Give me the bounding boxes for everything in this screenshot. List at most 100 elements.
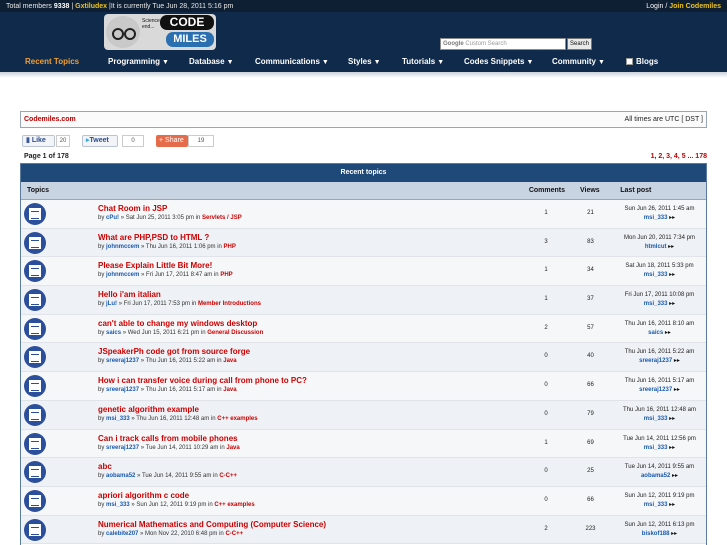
view-latest-post-icon[interactable]: ▸▸ — [665, 329, 671, 338]
facebook-like-button[interactable]: ▮ Like — [22, 135, 55, 147]
last-post-author-link[interactable]: msi_333 — [644, 445, 668, 451]
forum-link[interactable]: Servlets / JSP — [202, 215, 242, 221]
view-latest-post-icon[interactable]: ▸▸ — [669, 300, 675, 309]
pagination[interactable]: 1, 2, 3, 4, 5 ... 178 — [651, 153, 707, 160]
page-info: Page 1 of 178 — [24, 153, 69, 160]
last-post-author-link[interactable]: htmlcut — [645, 244, 667, 250]
topic-title-link[interactable]: Chat Room in JSP — [98, 204, 167, 213]
view-latest-post-icon[interactable]: ▸▸ — [671, 530, 677, 539]
last-post-date: Sun Jun 26, 2011 1:45 am — [624, 206, 695, 212]
forum-link[interactable]: PHP — [220, 272, 232, 278]
last-post-author-link[interactable]: aobama52 — [641, 473, 670, 479]
topic-title-link[interactable]: Please Explain Little Bit More! — [98, 261, 212, 270]
nav-database[interactable]: Database ▼ — [189, 52, 234, 72]
author-link[interactable]: sreeraj1237 — [106, 387, 139, 393]
topic-title-link[interactable]: Numerical Mathematics and Computing (Com… — [98, 520, 326, 529]
view-latest-post-icon[interactable]: ▸▸ — [674, 386, 680, 395]
forum-link[interactable]: C-C++ — [219, 473, 237, 479]
author-link[interactable]: sreeraj1237 — [106, 358, 139, 364]
topic-title-link[interactable]: apriori algorithm c code — [98, 491, 189, 500]
nav-programming[interactable]: Programming ▼ — [108, 52, 169, 72]
view-latest-post-icon[interactable]: ▸▸ — [672, 472, 678, 481]
view-latest-post-icon[interactable]: ▸▸ — [674, 357, 680, 366]
topic-title-link[interactable]: JSpeakerPh code got from source forge — [98, 347, 250, 356]
nav-community[interactable]: Community ▼ — [552, 52, 605, 72]
share-button[interactable]: + Share — [156, 135, 188, 147]
search-input[interactable]: Google Custom Search — [440, 38, 566, 50]
view-latest-post-icon[interactable]: ▸▸ — [669, 214, 675, 223]
nav-blogs[interactable]: Blogs — [626, 52, 658, 72]
last-post-author-link[interactable]: msi_333 — [644, 272, 668, 278]
last-post-author-link[interactable]: msi_333 — [644, 416, 668, 422]
topic-title-link[interactable]: Can i track calls from mobile phones — [98, 434, 238, 443]
last-post-author-link[interactable]: biskof188 — [642, 531, 670, 537]
comment-count: 1 — [544, 267, 548, 274]
forum-link[interactable]: Java — [223, 387, 236, 393]
nav-label: Database — [189, 57, 225, 66]
nav-styles[interactable]: Styles ▼ — [348, 52, 381, 72]
author-link[interactable]: msi_333 — [106, 502, 130, 508]
forum-link[interactable]: PHP — [224, 244, 236, 250]
author-link[interactable]: cPu! — [106, 215, 119, 221]
login-link[interactable]: Login — [646, 3, 663, 10]
author-link[interactable]: aobama52 — [106, 473, 135, 479]
nav-label: Community — [552, 57, 596, 66]
author-link[interactable]: jLu! — [106, 301, 117, 307]
view-latest-post-icon[interactable]: ▸▸ — [669, 271, 675, 280]
search-button[interactable]: Search — [567, 38, 592, 50]
last-post-author-link[interactable]: msi_333 — [644, 301, 668, 307]
topic-byline: by msi_333 » Sun Jun 12, 2011 9:19 pm in… — [98, 502, 255, 508]
author-link[interactable]: msi_333 — [106, 416, 130, 422]
post-date: » Mon Nov 22, 2010 6:48 pm in — [140, 530, 224, 537]
comment-count: 2 — [544, 324, 548, 331]
site-logo[interactable]: Science will never make an end... CODE M… — [104, 14, 216, 50]
forum-link[interactable]: C++ examples — [217, 416, 257, 422]
forum-link[interactable]: Java — [223, 358, 236, 364]
view-latest-post-icon[interactable]: ▸▸ — [669, 444, 675, 453]
table-header: Topics Comments Views Last post — [21, 182, 706, 200]
last-post-author-link[interactable]: sreeraj1237 — [639, 358, 672, 364]
forum-link[interactable]: General Discussion — [207, 330, 263, 336]
topic-title-link[interactable]: can't able to change my windows desktop — [98, 319, 257, 328]
author-link[interactable]: sreeraj1237 — [106, 445, 139, 451]
forum-link[interactable]: Member Introductions — [198, 301, 261, 307]
nav-tutorials[interactable]: Tutorials ▼ — [402, 52, 444, 72]
view-latest-post-icon[interactable]: ▸▸ — [668, 243, 674, 252]
forum-link[interactable]: Java — [226, 445, 239, 451]
forum-link[interactable]: C++ examples — [214, 502, 254, 508]
site-name-link[interactable]: Codemiles.com — [24, 116, 76, 123]
last-post-author-link[interactable]: msi_333 — [644, 215, 668, 221]
topic-title-link[interactable]: How i can transfer voice during call fro… — [98, 376, 307, 385]
author-link[interactable]: saics — [106, 330, 121, 336]
comment-count: 0 — [544, 382, 548, 389]
tweet-label: Tweet — [89, 137, 109, 144]
author-link[interactable]: johnmccem — [106, 272, 139, 278]
forum-link[interactable]: C-C++ — [225, 531, 243, 537]
nav-communications[interactable]: Communications ▼ — [255, 52, 329, 72]
newest-member-link[interactable]: Gxtiludex — [75, 3, 107, 10]
last-post-date: Fri Jun 17, 2011 10:08 pm — [624, 292, 695, 299]
topic-byline: by johnmccem » Thu Jun 16, 2011 1:06 pm … — [98, 244, 236, 250]
author-link[interactable]: johnmccem — [106, 244, 139, 250]
post-date: » Sat Jun 25, 2011 3:05 pm in — [120, 215, 201, 221]
topic-title-link[interactable]: Hello i'am italian — [98, 290, 161, 299]
topic-byline: by aobama52 » Tue Jun 14, 2011 9:55 am i… — [98, 473, 237, 479]
view-latest-post-icon[interactable]: ▸▸ — [669, 415, 675, 424]
topic-title-link[interactable]: genetic algorithm example — [98, 405, 199, 414]
view-latest-post-icon[interactable]: ▸▸ — [669, 501, 675, 510]
topic-document-icon — [24, 489, 46, 512]
last-post-author-link[interactable]: sreeraj1237 — [639, 387, 672, 393]
topic-title-link[interactable]: What are PHP,PSD to HTML ? — [98, 233, 209, 242]
last-post-author-link[interactable]: saics — [648, 330, 663, 336]
topic-title-link[interactable]: abc — [98, 462, 112, 471]
author-link[interactable]: calebite207 — [106, 531, 138, 537]
view-count: 34 — [587, 267, 594, 274]
last-post-date: Thu Jun 16, 2011 5:17 am — [624, 378, 695, 385]
join-link[interactable]: Join Codemiles — [669, 3, 721, 10]
tweet-button[interactable]: ▸Tweet — [82, 135, 118, 147]
nav-recent-topics[interactable]: Recent Topics — [25, 52, 79, 72]
by-label: by — [98, 329, 105, 336]
nav-code-snippets[interactable]: Codes Snippets ▼ — [464, 52, 533, 72]
blog-icon — [626, 58, 633, 65]
last-post-author-link[interactable]: msi_333 — [644, 502, 668, 508]
